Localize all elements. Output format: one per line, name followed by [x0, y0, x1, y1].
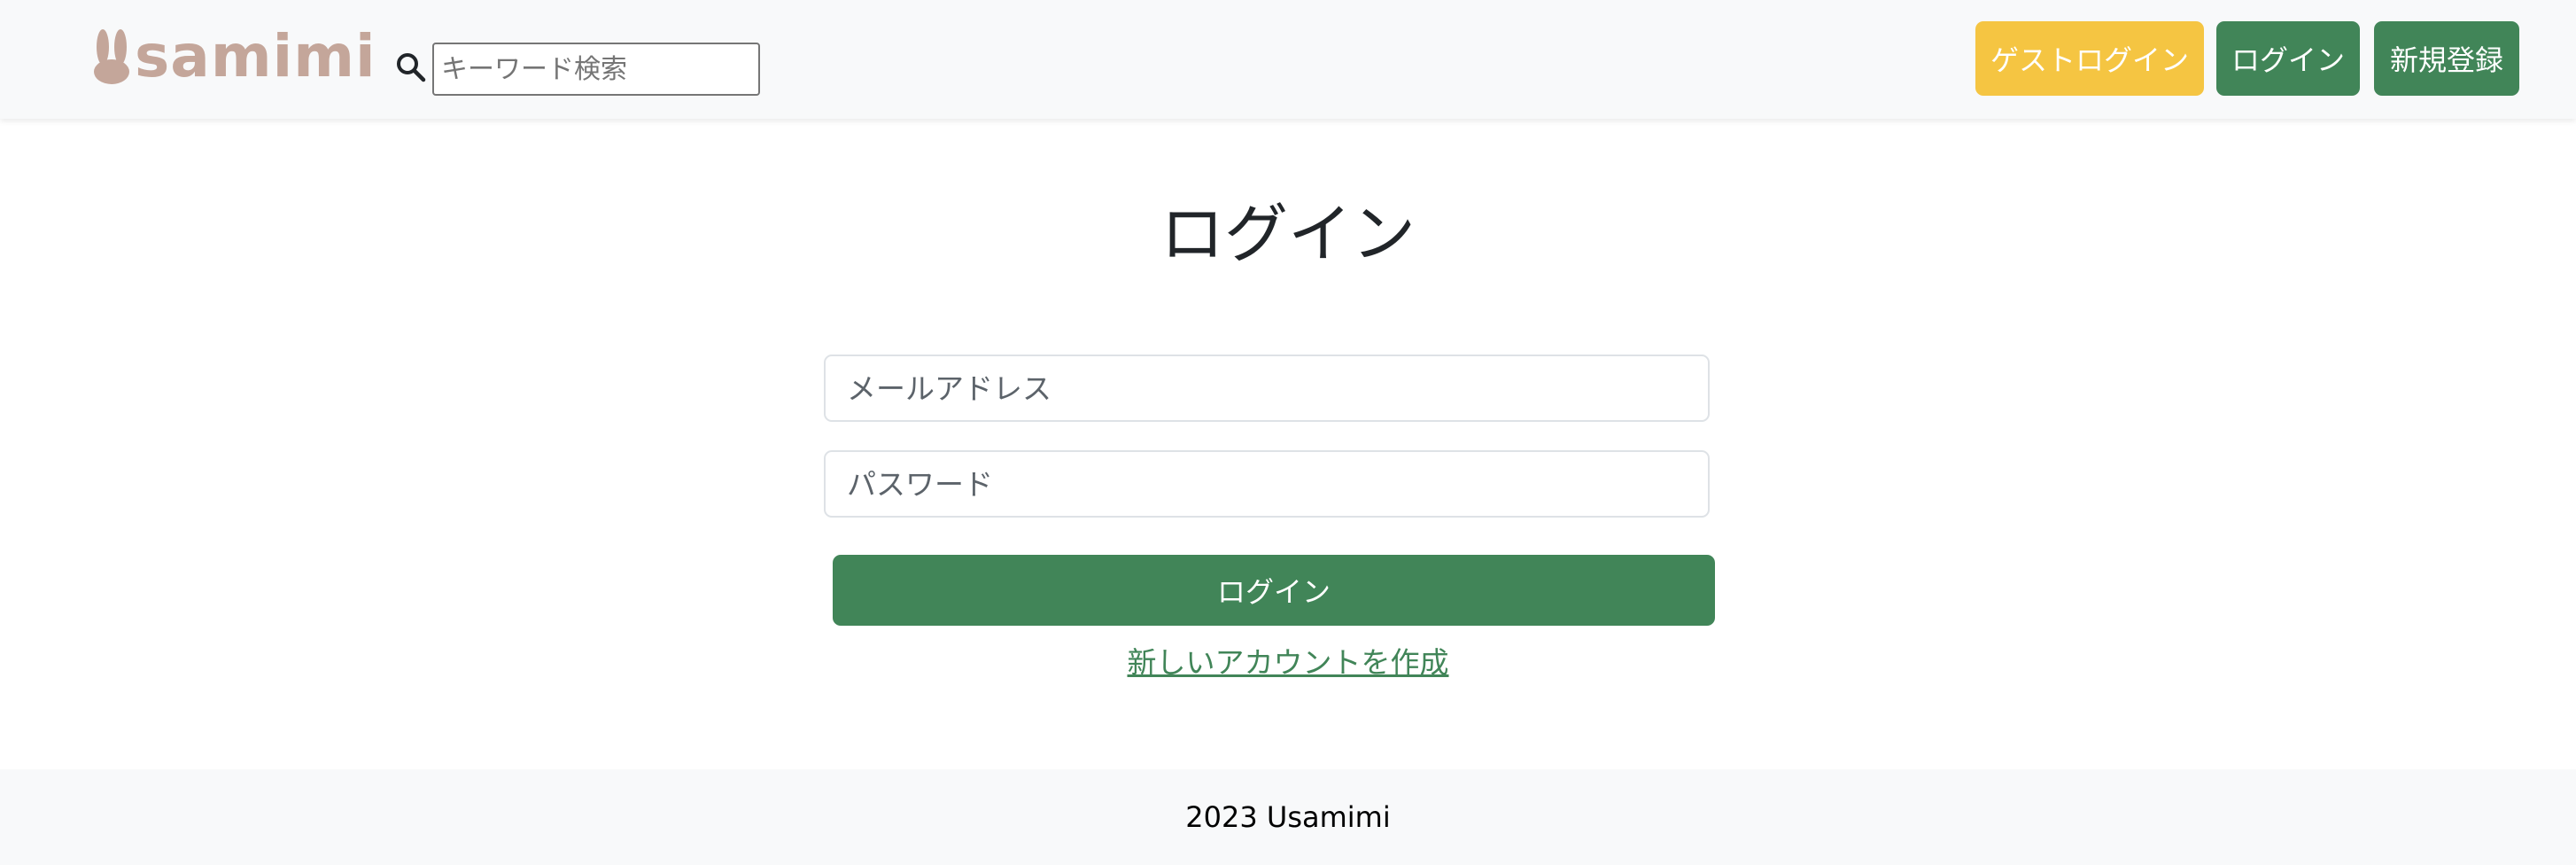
footer-text: 2023 Usamimi	[1185, 800, 1391, 834]
password-field[interactable]	[824, 450, 1710, 518]
logo-text: samimi	[135, 22, 376, 90]
site-header: samimi ゲストログイン ログイン 新規登録	[0, 0, 2576, 119]
page-title: ログイン	[1160, 197, 1416, 271]
search-input[interactable]	[432, 43, 760, 96]
site-footer: 2023 Usamimi	[0, 769, 2576, 865]
create-account-link[interactable]: 新しいアカウントを作成	[1128, 645, 1449, 680]
guest-login-button[interactable]: ゲストログイン	[1975, 21, 2204, 96]
register-button[interactable]: 新規登録	[2374, 21, 2519, 96]
email-field[interactable]	[824, 355, 1710, 422]
login-nav-button[interactable]: ログイン	[2216, 21, 2360, 96]
login-submit-button[interactable]: ログイン	[833, 555, 1715, 626]
bunny-icon	[92, 27, 131, 86]
site-logo[interactable]: samimi	[92, 25, 376, 89]
signup-link-container: 新しいアカウントを作成	[0, 642, 2576, 684]
search-icon	[395, 51, 427, 83]
